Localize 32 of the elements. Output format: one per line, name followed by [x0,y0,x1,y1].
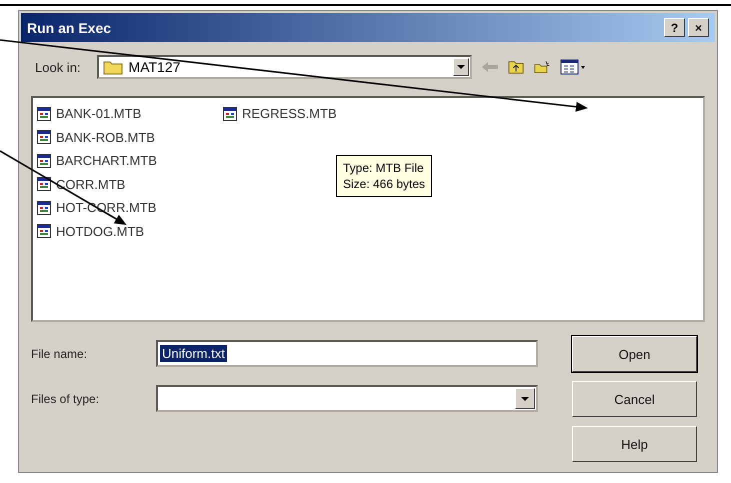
worksheet-icon [37,200,51,215]
file-item[interactable]: HOTDOG.MTB [56,224,144,239]
worksheet-icon [37,106,51,121]
look-in-dropdown[interactable]: MAT127 [96,55,472,79]
look-in-label: Look in: [35,60,81,74]
file-item[interactable]: REGRESS.MTB [242,106,337,122]
file-type-dropdown[interactable] [156,385,538,412]
file-item[interactable]: BANK-ROB.MTB [56,130,155,145]
file-name-field[interactable]: Uniform.txt [156,340,538,367]
file-item[interactable]: BANK-01.MTB [56,106,142,122]
tooltip-text: Type: MTB File [343,160,425,176]
folder-up-icon[interactable] [508,59,524,75]
worksheet-icon [223,106,237,121]
close-button[interactable]: × [688,18,709,37]
view-menu-icon[interactable] [560,59,586,75]
file-item[interactable]: CORR.MTB [56,176,126,192]
folder-name: MAT127 [128,59,180,75]
window-title: Run an Exec [27,20,112,36]
dialog-button[interactable]: Help [572,426,697,462]
worksheet-icon [37,177,51,192]
dialog-button[interactable]: Cancel [572,381,697,417]
folder-icon [102,59,123,75]
dialog-button[interactable]: Open [572,336,697,372]
new-folder-icon[interactable] [534,59,550,75]
worksheet-icon [37,154,51,168]
file-type-label: Files of type: [31,392,100,406]
tooltip-text: Size: 466 bytes [343,176,426,192]
help-button[interactable]: ? [664,18,685,37]
worksheet-icon [37,224,51,238]
worksheet-icon [37,130,51,144]
file-item[interactable]: BARCHART.MTB [56,153,157,168]
file-name-label: File name: [31,346,88,360]
